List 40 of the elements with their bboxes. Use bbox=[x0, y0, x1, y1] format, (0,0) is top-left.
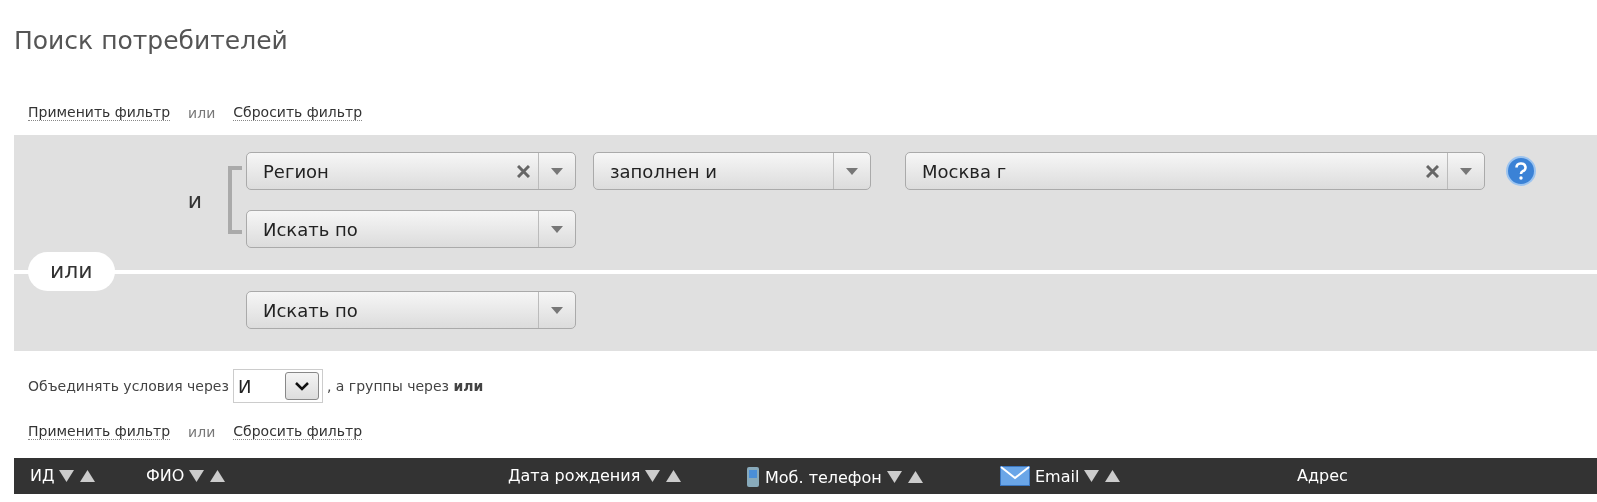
reset-filter-link[interactable]: Сбросить фильтр bbox=[233, 104, 363, 121]
dropdown[interactable]: Москва г bbox=[905, 152, 1485, 190]
sort-icon[interactable] bbox=[1084, 469, 1121, 483]
separator-text: или bbox=[188, 423, 216, 440]
apply-filter-link[interactable]: Применить фильтр bbox=[28, 104, 171, 121]
column-header[interactable]: ФИО bbox=[146, 466, 185, 485]
dropdown[interactable]: Искать по bbox=[246, 210, 576, 248]
envelope-icon bbox=[1000, 466, 1030, 486]
sort-icon[interactable] bbox=[645, 468, 682, 483]
phone-icon bbox=[746, 466, 760, 488]
bracket bbox=[228, 166, 242, 234]
conjunction-select[interactable]: И bbox=[232, 369, 323, 403]
combine-text: , а группы через или bbox=[326, 378, 484, 394]
page-title: Поиск потребителей bbox=[14, 26, 289, 57]
sort-icon[interactable] bbox=[886, 470, 923, 484]
reset-filter-link[interactable]: Сбросить фильтр bbox=[233, 423, 363, 440]
column-header[interactable]: Email bbox=[1035, 466, 1080, 486]
caret-icon bbox=[551, 306, 563, 314]
caret-icon bbox=[551, 167, 563, 175]
clear-icon[interactable] bbox=[1426, 164, 1439, 178]
conjunction-label: и bbox=[187, 187, 202, 213]
caret-icon bbox=[1460, 167, 1472, 175]
group-separator: или bbox=[28, 252, 115, 291]
help-icon[interactable] bbox=[1506, 156, 1536, 186]
column-header[interactable]: ИД bbox=[30, 466, 55, 485]
caret-icon bbox=[551, 225, 563, 233]
caret-icon bbox=[846, 167, 858, 175]
apply-filter-link[interactable]: Применить фильтр bbox=[28, 423, 171, 440]
column-header[interactable]: Адрес bbox=[1297, 466, 1348, 485]
chevron-icon bbox=[294, 381, 309, 391]
column-header[interactable]: Моб. телефон bbox=[765, 467, 882, 487]
combine-label: Объединять условия через bbox=[28, 378, 229, 394]
column-header[interactable]: Дата рождения bbox=[508, 466, 641, 485]
dropdown[interactable]: заполнен и bbox=[593, 152, 871, 190]
separator-text: или bbox=[188, 104, 216, 121]
sort-icon[interactable] bbox=[59, 468, 96, 483]
clear-icon[interactable] bbox=[517, 164, 530, 178]
dropdown[interactable]: Регион bbox=[246, 152, 576, 190]
sort-icon[interactable] bbox=[189, 468, 226, 483]
dropdown[interactable]: Искать по bbox=[246, 291, 576, 329]
